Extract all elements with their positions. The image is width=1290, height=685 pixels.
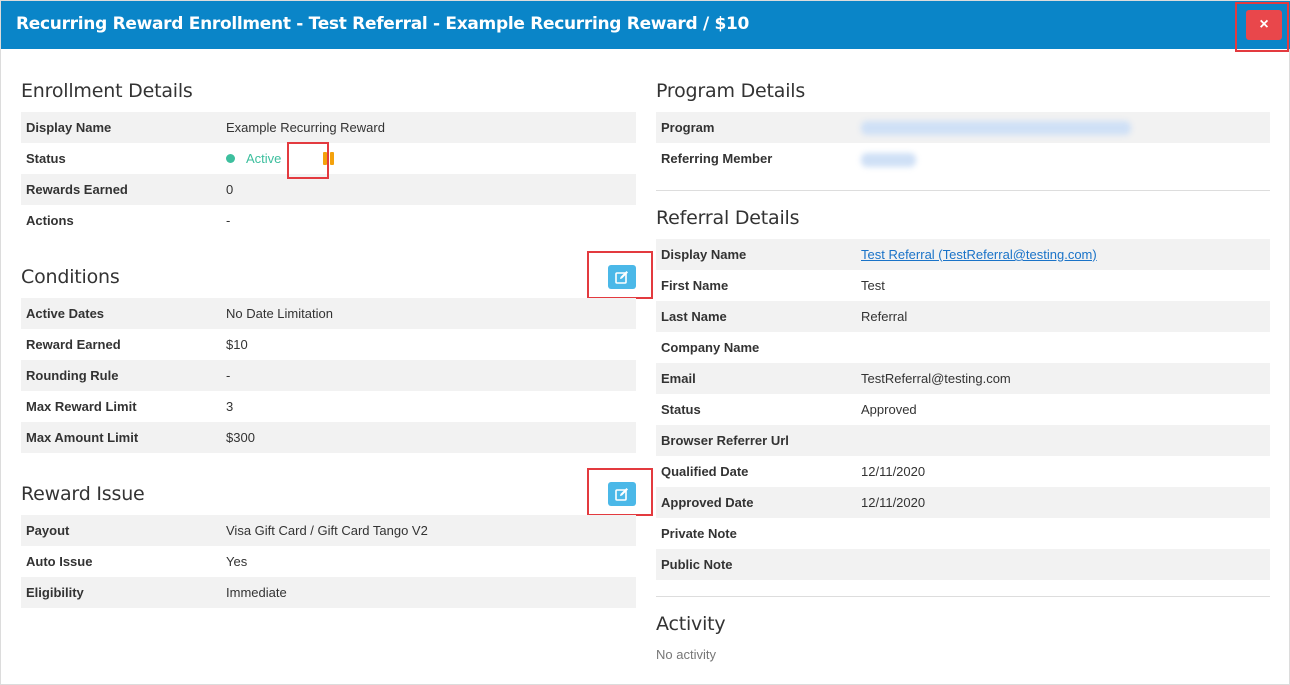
modal-header: Recurring Reward Enrollment - Test Refer… [1, 1, 1290, 52]
table-row: Public Note [656, 549, 1270, 580]
row-label: Rewards Earned [26, 182, 128, 197]
referral-details-table: Display Name Test Referral (TestReferral… [656, 239, 1270, 580]
row-label: First Name [661, 278, 729, 293]
table-row: Private Note [656, 518, 1270, 549]
row-value: 3 [226, 399, 234, 414]
row-label: Display Name [661, 247, 747, 262]
row-label: Browser Referrer Url [661, 433, 789, 448]
row-value: Referral [861, 309, 908, 324]
table-row: Active Dates No Date Limitation [21, 298, 636, 329]
reward-issue-edit-button[interactable] [608, 482, 636, 506]
status-badge: Active [246, 151, 282, 166]
edit-icon [615, 488, 628, 501]
row-value: Visa Gift Card / Gift Card Tango V2 [226, 523, 428, 538]
conditions-table: Active Dates No Date Limitation Reward E… [21, 298, 636, 453]
row-label: Qualified Date [661, 464, 749, 479]
table-row: Auto Issue Yes [21, 546, 636, 577]
row-label: Auto Issue [26, 554, 93, 569]
row-value: - [226, 213, 231, 228]
activity-title: Activity [656, 613, 726, 635]
row-value: 12/11/2020 [861, 495, 926, 510]
row-value: Approved [861, 402, 917, 417]
reward-issue-title: Reward Issue [21, 483, 145, 505]
edit-icon [615, 271, 628, 284]
row-label: Email [661, 371, 696, 386]
row-label: Private Note [661, 526, 737, 541]
row-value: No Date Limitation [226, 306, 333, 321]
divider [656, 596, 1270, 597]
row-label: Company Name [661, 340, 760, 355]
row-label: Reward Earned [26, 337, 121, 352]
row-label: Program [661, 120, 715, 135]
row-label: Actions [26, 213, 74, 228]
activity-empty-text: No activity [656, 647, 716, 662]
row-label: Referring Member [661, 151, 773, 166]
modal-title: Recurring Reward Enrollment - Test Refer… [16, 14, 750, 34]
row-value: Example Recurring Reward [226, 120, 385, 135]
table-row: First Name Test [656, 270, 1270, 301]
row-value: $300 [226, 430, 255, 445]
row-value: - [226, 368, 231, 383]
referral-details-title: Referral Details [656, 207, 800, 229]
row-label: Last Name [661, 309, 727, 324]
table-row: Status Approved [656, 394, 1270, 425]
row-label: Public Note [661, 557, 733, 572]
table-row: Last Name Referral [656, 301, 1270, 332]
row-label: Status [26, 151, 66, 166]
row-value: $10 [226, 337, 248, 352]
row-label: Payout [26, 523, 70, 538]
table-row: Qualified Date 12/11/2020 [656, 456, 1270, 487]
table-row: Program [656, 112, 1270, 143]
row-value: Test [861, 278, 885, 293]
table-row: Browser Referrer Url [656, 425, 1270, 456]
row-value: 0 [226, 182, 234, 197]
table-row: Reward Earned $10 [21, 329, 636, 360]
referring-member-link-redacted[interactable] [861, 153, 916, 167]
table-row: Actions - [21, 205, 636, 236]
referral-display-name-link[interactable]: Test Referral (TestReferral@testing.com) [861, 247, 1097, 262]
row-label: Max Reward Limit [26, 399, 137, 414]
row-label: Max Amount Limit [26, 430, 139, 445]
enrollment-modal: Recurring Reward Enrollment - Test Refer… [0, 0, 1290, 685]
row-value: Yes [226, 554, 248, 569]
row-label: Display Name [26, 120, 112, 135]
table-row: Display Name Example Recurring Reward [21, 112, 636, 143]
table-row: Company Name [656, 332, 1270, 363]
row-value: 12/11/2020 [861, 464, 926, 479]
program-details-table: Program Referring Member [656, 112, 1270, 174]
divider [656, 190, 1270, 191]
close-button-highlight [1235, 2, 1289, 52]
enrollment-details-title: Enrollment Details [21, 80, 193, 102]
conditions-edit-button[interactable] [608, 265, 636, 289]
row-label: Rounding Rule [26, 368, 119, 383]
table-row: Payout Visa Gift Card / Gift Card Tango … [21, 515, 636, 546]
row-label: Approved Date [661, 495, 754, 510]
row-value: Immediate [226, 585, 287, 600]
table-row: Max Reward Limit 3 [21, 391, 636, 422]
status-dot-icon [226, 154, 235, 163]
table-row: Eligibility Immediate [21, 577, 636, 608]
table-row: Approved Date 12/11/2020 [656, 487, 1270, 518]
table-row: Rounding Rule - [21, 360, 636, 391]
program-details-title: Program Details [656, 80, 806, 102]
row-label: Eligibility [26, 585, 84, 600]
table-row: Max Amount Limit $300 [21, 422, 636, 453]
conditions-title: Conditions [21, 266, 120, 288]
reward-issue-table: Payout Visa Gift Card / Gift Card Tango … [21, 515, 636, 608]
row-label: Status [661, 402, 701, 417]
table-row: Email TestReferral@testing.com [656, 363, 1270, 394]
program-link-redacted[interactable] [861, 121, 1131, 135]
row-label: Active Dates [26, 306, 105, 321]
table-row: Display Name Test Referral (TestReferral… [656, 239, 1270, 270]
table-row: Referring Member [656, 143, 1270, 174]
pause-button-highlight [287, 142, 329, 179]
row-value: TestReferral@testing.com [861, 371, 1011, 386]
